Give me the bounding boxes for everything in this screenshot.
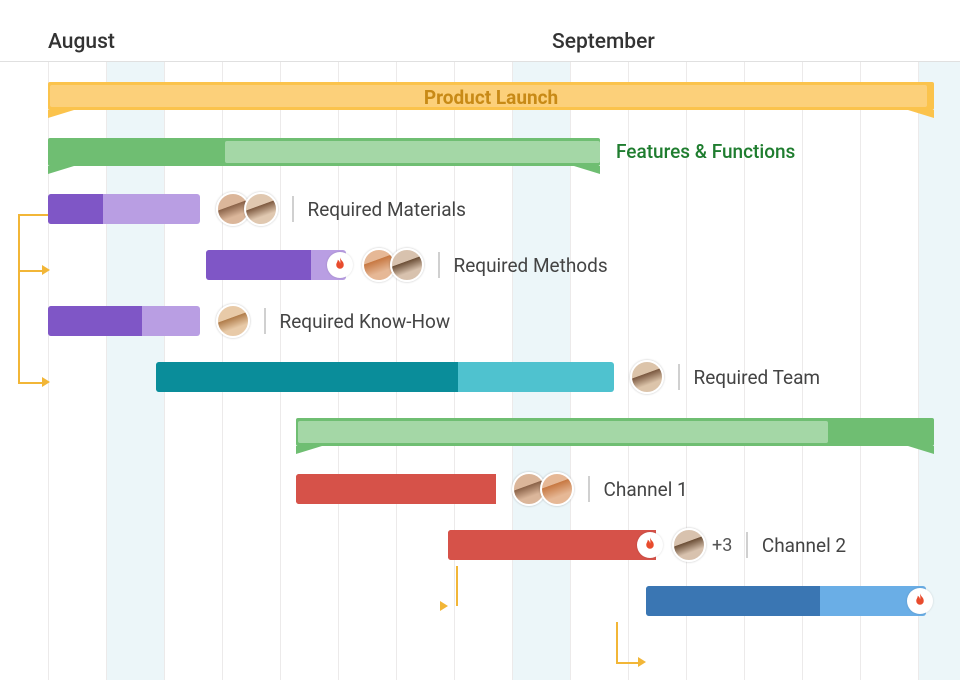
channel-1-meta: Channel 1 <box>512 472 688 506</box>
month-august: August <box>48 30 115 54</box>
required-team-meta: Required Team <box>630 360 820 394</box>
avatar[interactable] <box>390 248 424 282</box>
required-team-bar[interactable] <box>156 362 614 392</box>
separator <box>588 476 590 502</box>
required-materials-label: Required Materials <box>308 198 466 221</box>
row-required-materials: Required Materials <box>0 190 960 238</box>
avatar[interactable] <box>244 192 278 226</box>
avatar[interactable] <box>630 360 664 394</box>
channel-1-progress <box>296 474 496 504</box>
separator <box>678 364 680 390</box>
row-channel-2: +3 Channel 2 <box>0 526 960 574</box>
required-team-label: Required Team <box>694 366 821 389</box>
row-features-functions: Features & Functions <box>0 134 960 182</box>
row-channels-group <box>0 414 960 462</box>
separator <box>264 308 266 334</box>
channel-2-progress <box>448 530 656 560</box>
required-materials-bar[interactable] <box>48 194 200 224</box>
required-methods-bar[interactable] <box>206 250 346 280</box>
required-materials-avatars <box>216 192 278 226</box>
row-required-know-how: Required Know-How <box>0 302 960 350</box>
required-know-how-label: Required Know-How <box>280 310 451 333</box>
channel-2-avatars <box>672 528 706 562</box>
required-methods-progress <box>206 250 311 280</box>
product-launch-group-bar[interactable]: Product Launch <box>48 82 934 110</box>
month-september: September <box>552 30 655 54</box>
channel-3-bar[interactable] <box>646 586 926 616</box>
fire-icon <box>907 588 933 614</box>
required-methods-label: Required Methods <box>454 254 608 277</box>
required-materials-progress <box>48 194 103 224</box>
required-know-how-meta: Required Know-How <box>216 304 450 338</box>
avatar[interactable] <box>540 472 574 506</box>
channels-group-group-bar[interactable] <box>296 418 934 446</box>
features-functions-group-bar[interactable] <box>48 138 600 166</box>
required-methods-avatars <box>362 248 424 282</box>
separator <box>746 532 748 558</box>
separator <box>438 252 440 278</box>
channel-1-avatars <box>512 472 574 506</box>
fire-icon <box>637 532 663 558</box>
separator <box>292 196 294 222</box>
required-materials-meta: Required Materials <box>216 192 466 226</box>
product-launch-label: Product Launch <box>48 86 934 109</box>
row-channel-1: Channel 1 <box>0 470 960 518</box>
row-channel-3 <box>0 582 960 630</box>
required-team-progress <box>156 362 458 392</box>
channel-3-progress <box>646 586 820 616</box>
required-team-avatars <box>630 360 664 394</box>
required-know-how-progress <box>48 306 142 336</box>
required-know-how-bar[interactable] <box>48 306 200 336</box>
fire-icon <box>327 252 353 278</box>
features-functions-label: Features & Functions <box>616 140 795 163</box>
channel-1-bar[interactable] <box>296 474 496 504</box>
avatar[interactable] <box>672 528 706 562</box>
required-know-how-avatars <box>216 304 250 338</box>
channel-2-bar[interactable] <box>448 530 656 560</box>
timeline-header: August September <box>0 0 960 62</box>
avatar[interactable] <box>216 304 250 338</box>
row-product-launch: Product Launch <box>0 78 960 126</box>
required-methods-meta: Required Methods <box>362 248 608 282</box>
channel-2-label: Channel 2 <box>762 534 846 557</box>
row-required-team: Required Team <box>0 358 960 406</box>
channel-2-meta: +3 Channel 2 <box>672 528 846 562</box>
channel-1-label: Channel 1 <box>604 478 688 501</box>
avatar-overflow[interactable]: +3 <box>712 535 732 556</box>
row-required-methods: Required Methods <box>0 246 960 294</box>
